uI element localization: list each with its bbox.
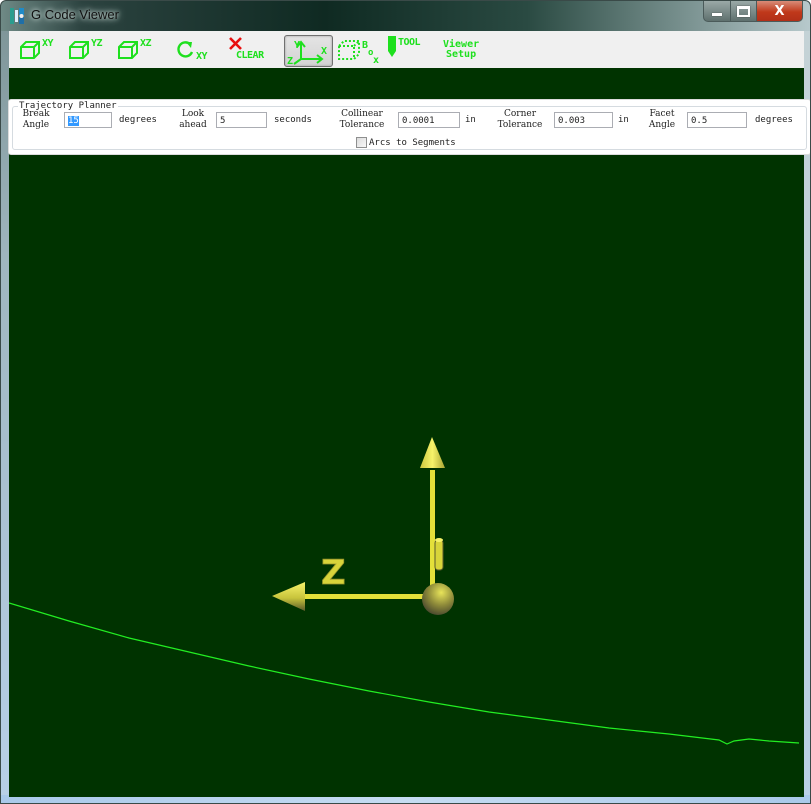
toolbar: XY YZ XZ XY CLEAR Y X Z B o x TOOL Viewe… — [9, 31, 804, 68]
tool-icon — [388, 36, 396, 57]
facet-angle-label-line2: Angle — [648, 120, 676, 130]
facet-angle-value: 0.5 — [691, 116, 708, 126]
rotate-xy-label: XY — [196, 51, 208, 62]
break-angle-input[interactable]: 15 — [64, 112, 112, 128]
viewer-setup-button[interactable]: Viewer Setup — [443, 35, 479, 65]
break-angle-value: 15 — [68, 116, 79, 126]
rotate-icon — [177, 41, 194, 58]
y-axis-shaft — [430, 470, 435, 597]
look-ahead-label-line2: ahead — [179, 120, 207, 130]
axes-z-label: Z — [287, 56, 293, 65]
app-window: G Code Viewer X XY YZ XZ XY CLEAR Y X Z … — [0, 0, 811, 804]
facet-angle-unit: degrees — [755, 115, 793, 125]
collinear-tolerance-value: 0.0001 — [402, 116, 435, 126]
tool-label: TOOL — [398, 37, 421, 48]
look-ahead-value: 5 — [220, 116, 226, 126]
corner-tolerance-label-line1: Corner — [503, 109, 537, 119]
collinear-tolerance-input[interactable]: 0.0001 — [398, 112, 460, 128]
axes-y-label: Y — [294, 40, 300, 51]
facet-angle-label: Facet Angle — [644, 109, 680, 131]
app-icon — [10, 8, 24, 24]
z-axis-label: Z — [321, 553, 346, 593]
view-xz-button[interactable]: XZ — [117, 35, 152, 65]
corner-tolerance-unit: in — [618, 115, 629, 125]
look-ahead-unit: seconds — [274, 115, 312, 125]
collinear-tolerance-label-line1: Collinear — [341, 109, 383, 119]
origin-sphere — [422, 583, 454, 615]
title-bar[interactable]: G Code Viewer X — [1, 1, 810, 31]
facet-angle-input[interactable]: 0.5 — [687, 112, 747, 128]
rotate-xy-button[interactable]: XY — [175, 35, 208, 65]
corner-tolerance-label-line2: Tolerance — [497, 120, 543, 130]
arcs-to-segments-label: Arcs to Segments — [369, 137, 456, 148]
clear-label: CLEAR — [236, 50, 264, 61]
collinear-tolerance-label-line2: Tolerance — [339, 120, 385, 130]
view-xy-button[interactable]: XY — [19, 35, 54, 65]
axes-icon: Y X Z — [287, 40, 327, 65]
maximize-button[interactable] — [731, 1, 757, 22]
axes-x-label: X — [321, 46, 327, 57]
checkbox-box[interactable] — [356, 137, 367, 148]
view-yz-label: YZ — [91, 38, 103, 49]
corner-tolerance-label: Corner Tolerance — [492, 109, 548, 131]
cube-icon — [69, 41, 89, 59]
box-x-label: x — [373, 55, 379, 64]
view-yz-button[interactable]: YZ — [68, 35, 103, 65]
minimize-icon — [712, 12, 722, 16]
clear-button[interactable]: CLEAR — [229, 35, 264, 65]
corner-tolerance-input[interactable]: 0.003 — [554, 112, 613, 128]
3d-viewport[interactable]: Z — [9, 68, 804, 797]
z-axis-arrowhead — [272, 582, 305, 611]
collinear-tolerance-label: Collinear Tolerance — [334, 109, 390, 131]
toolpath-line — [9, 602, 800, 745]
cube-icon — [20, 41, 40, 59]
maximize-icon — [737, 5, 750, 17]
window-title: G Code Viewer — [31, 7, 119, 22]
close-icon: X — [774, 3, 785, 19]
break-angle-label-line2: Angle — [22, 120, 50, 130]
close-button[interactable]: X — [757, 1, 803, 22]
arcs-to-segments-checkbox[interactable]: Arcs to Segments — [356, 137, 456, 148]
facet-angle-label-line1: Facet — [649, 109, 675, 119]
minimize-button[interactable] — [703, 1, 731, 22]
collinear-tolerance-unit: in — [465, 115, 476, 125]
cube-icon — [118, 41, 138, 59]
axes-toggle-button[interactable]: Y X Z — [284, 35, 333, 67]
z-axis-shaft — [305, 594, 427, 599]
tool-marker — [434, 539, 444, 571]
viewer-setup-line2: Setup — [446, 49, 477, 60]
tool-toggle-button[interactable]: TOOL — [387, 35, 421, 65]
y-axis-arrowhead — [420, 437, 445, 468]
tool-marker-top — [435, 538, 443, 542]
break-angle-unit: degrees — [119, 115, 157, 125]
break-angle-label: Break Angle — [17, 109, 55, 131]
view-xz-label: XZ — [140, 38, 152, 49]
look-ahead-label-line1: Look — [181, 109, 205, 119]
break-angle-label-line1: Break — [22, 109, 50, 119]
scene: Z — [9, 437, 800, 745]
dotted-box-icon: B o x — [338, 40, 379, 64]
look-ahead-input[interactable]: 5 — [216, 112, 267, 128]
corner-tolerance-value: 0.003 — [558, 116, 586, 126]
box-toggle-button[interactable]: B o x — [337, 35, 381, 65]
trajectory-planner-panel: Trajectory Planner Break Angle 15 degree… — [8, 99, 810, 155]
client-area: XY YZ XZ XY CLEAR Y X Z B o x TOOL Viewe… — [8, 31, 810, 797]
look-ahead-label: Look ahead — [175, 109, 211, 131]
view-xy-label: XY — [42, 38, 54, 49]
